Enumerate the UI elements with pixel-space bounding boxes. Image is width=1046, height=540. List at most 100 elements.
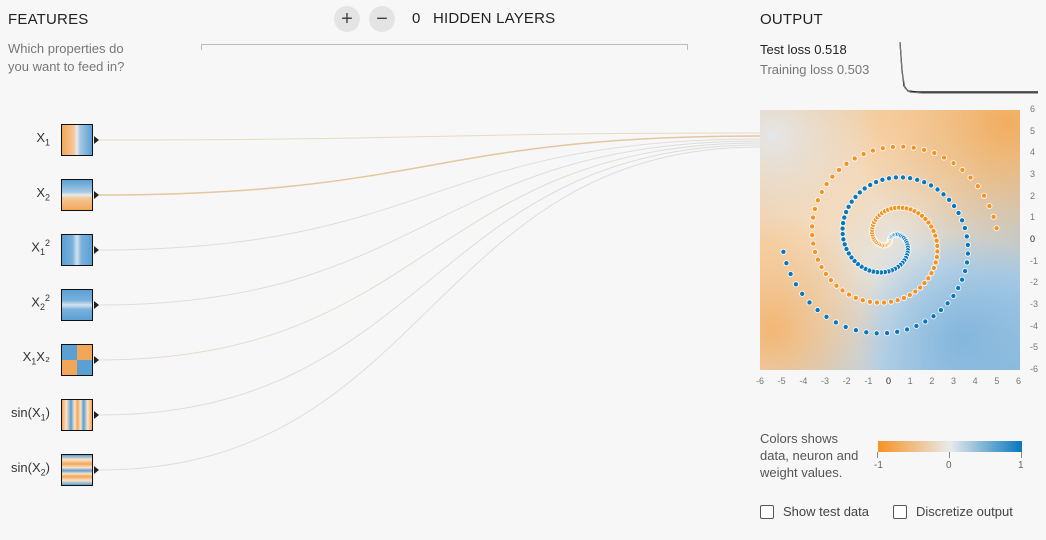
- data-point: [799, 290, 806, 297]
- data-point: [955, 284, 962, 291]
- data-point: [990, 213, 997, 220]
- checkbox-icon[interactable]: [893, 504, 907, 519]
- data-point: [792, 281, 799, 288]
- y-tick-label: -4: [1030, 320, 1039, 331]
- data-point: [840, 220, 847, 227]
- data-point: [873, 179, 880, 186]
- hidden-layers-count: 0: [412, 10, 421, 27]
- data-point: [839, 225, 846, 232]
- data-point: [889, 143, 896, 150]
- minus-icon: −: [376, 8, 388, 30]
- data-point: [881, 299, 888, 306]
- data-point: [930, 313, 937, 320]
- data-point: [950, 160, 957, 167]
- y-tick-label: -5: [1030, 342, 1039, 353]
- data-point: [810, 214, 817, 221]
- data-point: [839, 231, 846, 238]
- data-point: [839, 287, 846, 294]
- data-point: [922, 318, 929, 325]
- data-point: [833, 282, 840, 289]
- data-point: [822, 270, 829, 277]
- data-point: [860, 151, 867, 158]
- y-tick-label: 5: [1030, 125, 1036, 136]
- output-heading: OUTPUT: [760, 11, 823, 28]
- data-point: [962, 268, 969, 275]
- checkbox-icon[interactable]: [760, 504, 774, 519]
- training-loss-value: 0.503: [836, 62, 870, 77]
- legend-max-label: 1: [1018, 460, 1024, 471]
- data-point: [783, 260, 790, 267]
- data-point: [941, 154, 948, 161]
- legend-tick: [949, 452, 950, 458]
- data-point: [809, 223, 816, 230]
- data-point: [806, 299, 813, 306]
- data-point: [866, 298, 873, 305]
- data-point: [932, 259, 939, 266]
- data-point: [964, 250, 971, 257]
- data-point: [934, 248, 941, 255]
- data-point: [900, 143, 907, 150]
- data-point: [780, 248, 787, 255]
- y-tick-label: 4: [1030, 147, 1036, 158]
- data-point: [856, 189, 863, 196]
- data-point: [937, 307, 944, 314]
- data-point: [818, 189, 825, 196]
- add-layer-button[interactable]: +: [334, 6, 360, 32]
- link-x2: [98, 135, 761, 196]
- data-point: [811, 205, 818, 212]
- data-point: [859, 297, 866, 304]
- data-point: [910, 144, 917, 151]
- legend-min-label: -1: [874, 460, 883, 471]
- data-point: [967, 174, 974, 181]
- data-point: [836, 166, 843, 173]
- x-tick-label: -3: [821, 376, 830, 386]
- data-point: [986, 203, 993, 210]
- data-point: [913, 322, 920, 329]
- test-loss: Test loss 0.518: [760, 42, 847, 57]
- data-point: [861, 185, 868, 192]
- data-point: [930, 264, 937, 271]
- data-point: [921, 179, 928, 186]
- data-point: [879, 145, 886, 152]
- data-point: [959, 276, 966, 283]
- discretize-output-checkbox[interactable]: Discretize output: [893, 504, 1013, 519]
- legend-tick: [1021, 452, 1022, 458]
- data-point: [809, 232, 816, 239]
- data-point: [934, 186, 941, 193]
- data-point: [900, 294, 907, 301]
- x-tick-label: 4: [972, 376, 978, 386]
- data-point: [964, 241, 971, 248]
- data-point: [852, 193, 859, 200]
- plus-icon: +: [341, 8, 353, 30]
- data-point: [894, 328, 901, 335]
- data-point: [928, 270, 935, 277]
- y-tick-label: 1: [1030, 212, 1036, 223]
- y-tick-label: 2: [1030, 190, 1036, 201]
- data-point: [993, 225, 1000, 232]
- data-point: [818, 264, 825, 271]
- data-point: [932, 232, 939, 239]
- data-point: [852, 327, 859, 334]
- data-point: [951, 203, 958, 210]
- data-point: [907, 175, 914, 182]
- link-sin-x1: [98, 144, 761, 416]
- data-point: [944, 300, 951, 307]
- data-point: [832, 319, 839, 326]
- data-point: [887, 298, 894, 305]
- data-point: [867, 182, 874, 189]
- output-heatmap: [760, 110, 1020, 370]
- y-tick-label: -1: [1030, 255, 1039, 266]
- data-point: [886, 175, 893, 182]
- x-tick-label: 1: [907, 376, 913, 386]
- x-tick-label: -4: [799, 376, 808, 386]
- show-test-data-checkbox[interactable]: Show test data: [760, 504, 869, 519]
- data-point: [981, 192, 988, 199]
- data-point: [851, 155, 858, 162]
- data-point: [814, 197, 821, 204]
- x-tick-label: 6: [1016, 376, 1022, 386]
- data-point: [934, 242, 941, 249]
- legend-mid-label: 0: [946, 460, 952, 471]
- y-tick-label: -2: [1030, 277, 1039, 288]
- remove-layer-button[interactable]: −: [369, 6, 395, 32]
- data-point: [974, 183, 981, 190]
